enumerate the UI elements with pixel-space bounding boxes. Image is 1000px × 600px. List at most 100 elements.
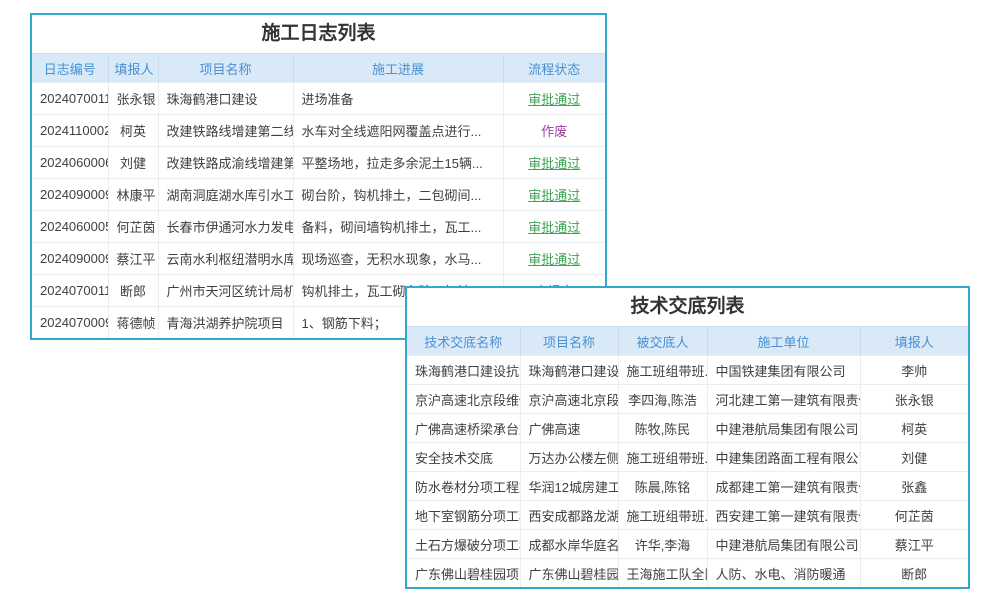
log-id-cell[interactable]: 2024090009	[32, 179, 108, 211]
column-header-disclosure-name: 技术交底名称	[407, 327, 520, 356]
disclosure-name-cell[interactable]: 地下室钢筋分项工程...	[407, 501, 520, 530]
table-row: 京沪高速北京段维修... 京沪高速北京段维修 李四海,陈浩 河北建工第一建筑有限…	[407, 385, 968, 414]
project-cell[interactable]: 广东佛山碧桂园项目	[520, 559, 618, 588]
table-header-row: 技术交底名称 项目名称 被交底人 施工单位 填报人	[407, 327, 968, 356]
table-row: 2024060006 刘健 改建铁路成渝线增建第二... 平整场地，拉走多余泥土…	[32, 147, 605, 179]
unit-cell: 人防、水电、消防暖通	[707, 559, 860, 588]
status-cell: 审批通过	[503, 179, 605, 211]
table-header-row: 日志编号 填报人 项目名称 施工进展 流程状态	[32, 54, 605, 83]
table-row: 地下室钢筋分项工程... 西安成都路龙湖上... 施工班组带班... 西安建工第…	[407, 501, 968, 530]
status-cell: 作废	[503, 115, 605, 147]
unit-cell: 西安建工第一建筑有限责任公司	[707, 501, 860, 530]
log-id-cell[interactable]: 2024070011	[32, 83, 108, 115]
disclosure-name-cell[interactable]: 珠海鹤港口建设抗浮...	[407, 356, 520, 385]
unit-cell: 中建港航局集团有限公司	[707, 414, 860, 443]
project-cell[interactable]: 华润12城房建工...	[520, 472, 618, 501]
reporter-cell[interactable]: 张鑫	[860, 472, 968, 501]
disclosure-name-cell[interactable]: 安全技术交底	[407, 443, 520, 472]
project-cell[interactable]: 万达办公楼左侧A...	[520, 443, 618, 472]
reporter-cell[interactable]: 刘健	[108, 147, 158, 179]
status-cell: 审批通过	[503, 211, 605, 243]
project-cell[interactable]: 云南水利枢纽潜明水库一...	[158, 243, 293, 275]
column-header-progress: 施工进展	[293, 54, 503, 83]
project-cell[interactable]: 改建铁路成渝线增建第二...	[158, 147, 293, 179]
project-cell[interactable]: 珠海鹤港口建设	[520, 356, 618, 385]
log-id-cell[interactable]: 2024060005	[32, 211, 108, 243]
status-badge[interactable]: 审批通过	[528, 252, 580, 267]
reporter-cell[interactable]: 张永银	[860, 385, 968, 414]
project-cell[interactable]: 广佛高速	[520, 414, 618, 443]
reporter-cell[interactable]: 蒋德帧	[108, 307, 158, 339]
project-cell[interactable]: 青海洪湖养护院项目	[158, 307, 293, 339]
receiver-cell: 施工班组带班...	[618, 501, 707, 530]
table-row: 土石方爆破分项工程... 成都水岸华庭名苑... 许华,李海 中建港航局集团有限…	[407, 530, 968, 559]
tech-disclosure-title: 技术交底列表	[407, 288, 968, 326]
status-cell: 审批通过	[503, 83, 605, 115]
receiver-cell: 李四海,陈浩	[618, 385, 707, 414]
receiver-cell: 施工班组带班...	[618, 443, 707, 472]
project-cell[interactable]: 西安成都路龙湖上...	[520, 501, 618, 530]
tech-disclosure-panel: 技术交底列表 技术交底名称 项目名称 被交底人 施工单位 填报人 珠海鹤港口建设…	[405, 286, 970, 589]
reporter-cell[interactable]: 柯英	[108, 115, 158, 147]
reporter-cell[interactable]: 断郎	[108, 275, 158, 307]
column-header-project: 项目名称	[520, 327, 618, 356]
log-id-cell[interactable]: 2024090009	[32, 243, 108, 275]
project-cell[interactable]: 广州市天河区统计局机房...	[158, 275, 293, 307]
column-header-unit: 施工单位	[707, 327, 860, 356]
unit-cell: 中国铁建集团有限公司	[707, 356, 860, 385]
reporter-cell[interactable]: 刘健	[860, 443, 968, 472]
status-badge[interactable]: 审批通过	[528, 156, 580, 171]
project-cell[interactable]: 京沪高速北京段维修	[520, 385, 618, 414]
status-badge[interactable]: 审批通过	[528, 188, 580, 203]
project-cell[interactable]: 珠海鹤港口建设	[158, 83, 293, 115]
table-row: 广东佛山碧桂园项目... 广东佛山碧桂园项目 王海施工队全队 人防、水电、消防暖…	[407, 559, 968, 588]
progress-cell: 备料，砌间墙钩机排土，瓦工...	[293, 211, 503, 243]
log-id-cell[interactable]: 2024110002	[32, 115, 108, 147]
column-header-receiver: 被交底人	[618, 327, 707, 356]
project-cell[interactable]: 改建铁路线增建第二线直...	[158, 115, 293, 147]
project-cell[interactable]: 成都水岸华庭名苑...	[520, 530, 618, 559]
receiver-cell: 王海施工队全队	[618, 559, 707, 588]
receiver-cell: 许华,李海	[618, 530, 707, 559]
reporter-cell[interactable]: 张永银	[108, 83, 158, 115]
log-id-cell[interactable]: 2024060006	[32, 147, 108, 179]
table-row: 2024070011 张永银 珠海鹤港口建设 进场准备 审批通过	[32, 83, 605, 115]
progress-cell: 砌台阶，钩机排土，二包砌间...	[293, 179, 503, 211]
disclosure-name-cell[interactable]: 防水卷材分项工程施...	[407, 472, 520, 501]
reporter-cell[interactable]: 林康平	[108, 179, 158, 211]
project-cell[interactable]: 长春市伊通河水力发电厂...	[158, 211, 293, 243]
reporter-cell[interactable]: 蔡江平	[108, 243, 158, 275]
unit-cell: 中建港航局集团有限公司	[707, 530, 860, 559]
table-row: 2024090009 蔡江平 云南水利枢纽潜明水库一... 现场巡查，无积水现象…	[32, 243, 605, 275]
column-header-project: 项目名称	[158, 54, 293, 83]
tech-disclosure-table: 技术交底名称 项目名称 被交底人 施工单位 填报人 珠海鹤港口建设抗浮... 珠…	[407, 326, 968, 587]
reporter-cell[interactable]: 何芷茵	[860, 501, 968, 530]
table-row: 防水卷材分项工程施... 华润12城房建工... 陈晨,陈铭 成都建工第一建筑有…	[407, 472, 968, 501]
table-row: 2024060005 何芷茵 长春市伊通河水力发电厂... 备料，砌间墙钩机排土…	[32, 211, 605, 243]
disclosure-name-cell[interactable]: 京沪高速北京段维修...	[407, 385, 520, 414]
project-cell[interactable]: 湖南洞庭湖水库引水工程...	[158, 179, 293, 211]
reporter-cell[interactable]: 蔡江平	[860, 530, 968, 559]
log-id-cell[interactable]: 2024070009	[32, 307, 108, 339]
status-cell: 审批通过	[503, 147, 605, 179]
log-id-cell[interactable]: 2024070011	[32, 275, 108, 307]
status-cell: 审批通过	[503, 243, 605, 275]
receiver-cell: 陈牧,陈民	[618, 414, 707, 443]
table-row: 2024110002 柯英 改建铁路线增建第二线直... 水车对全线遮阳网覆盖点…	[32, 115, 605, 147]
disclosure-name-cell[interactable]: 广佛高速桥梁承台施...	[407, 414, 520, 443]
status-badge[interactable]: 审批通过	[528, 220, 580, 235]
unit-cell: 成都建工第一建筑有限责任公司	[707, 472, 860, 501]
status-badge: 作废	[541, 124, 567, 139]
status-badge[interactable]: 审批通过	[528, 92, 580, 107]
reporter-cell[interactable]: 断郎	[860, 559, 968, 588]
reporter-cell[interactable]: 何芷茵	[108, 211, 158, 243]
reporter-cell[interactable]: 李帅	[860, 356, 968, 385]
disclosure-name-cell[interactable]: 土石方爆破分项工程...	[407, 530, 520, 559]
receiver-cell: 陈晨,陈铭	[618, 472, 707, 501]
table-row: 2024090009 林康平 湖南洞庭湖水库引水工程... 砌台阶，钩机排土，二…	[32, 179, 605, 211]
construction-log-title: 施工日志列表	[32, 15, 605, 53]
column-header-status: 流程状态	[503, 54, 605, 83]
column-header-log-id: 日志编号	[32, 54, 108, 83]
reporter-cell[interactable]: 柯英	[860, 414, 968, 443]
disclosure-name-cell[interactable]: 广东佛山碧桂园项目...	[407, 559, 520, 588]
